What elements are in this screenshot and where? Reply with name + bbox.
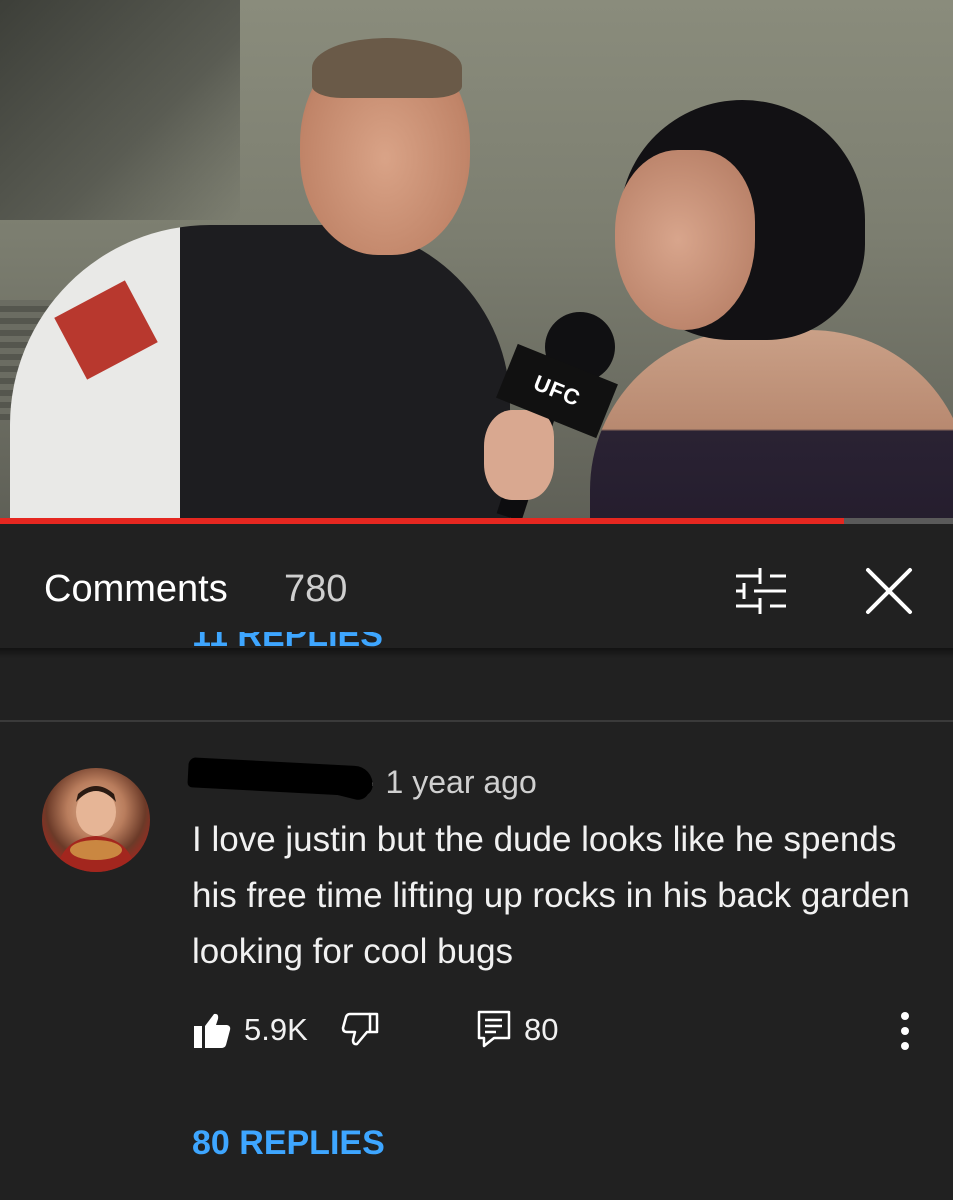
thumbs-up-icon <box>194 1013 231 1048</box>
video-player[interactable]: UFC <box>0 0 953 520</box>
sort-filter-button[interactable] <box>730 564 792 618</box>
close-icon <box>866 568 912 614</box>
comment-timestamp: · 1 year ago <box>366 764 537 800</box>
view-replies-link[interactable]: 80 REPLIES <box>192 1124 385 1163</box>
reply-button[interactable] <box>474 1008 514 1050</box>
more-vert-icon <box>901 1012 909 1050</box>
reply-count: 80 <box>524 1012 559 1047</box>
video-interviewer-body <box>590 330 953 520</box>
comment-text: I love justin but the dude looks like he… <box>192 820 910 971</box>
close-button[interactable] <box>858 560 920 622</box>
comments-count: 780 <box>284 568 348 610</box>
reply-icon <box>477 1010 511 1048</box>
more-options-button[interactable] <box>888 1008 922 1054</box>
video-ceiling <box>0 0 240 220</box>
avatar-image <box>56 786 136 872</box>
comments-title: Comments <box>44 568 228 610</box>
video-hand <box>484 410 554 500</box>
like-button[interactable] <box>192 1010 232 1050</box>
comment-actions: 5.9K 80 <box>0 1000 953 1060</box>
dislike-button[interactable] <box>340 1010 380 1050</box>
video-fighter-hair <box>312 38 462 98</box>
video-interviewer-face <box>615 150 755 330</box>
comments-header: Comments 780 <box>0 524 953 652</box>
sort-filter-icon <box>736 568 786 614</box>
thumbs-down-icon <box>341 1012 379 1046</box>
avatar[interactable] <box>42 768 150 872</box>
comment-divider <box>0 720 953 722</box>
like-count: 5.9K <box>244 1012 308 1047</box>
header-shadow <box>0 648 953 658</box>
